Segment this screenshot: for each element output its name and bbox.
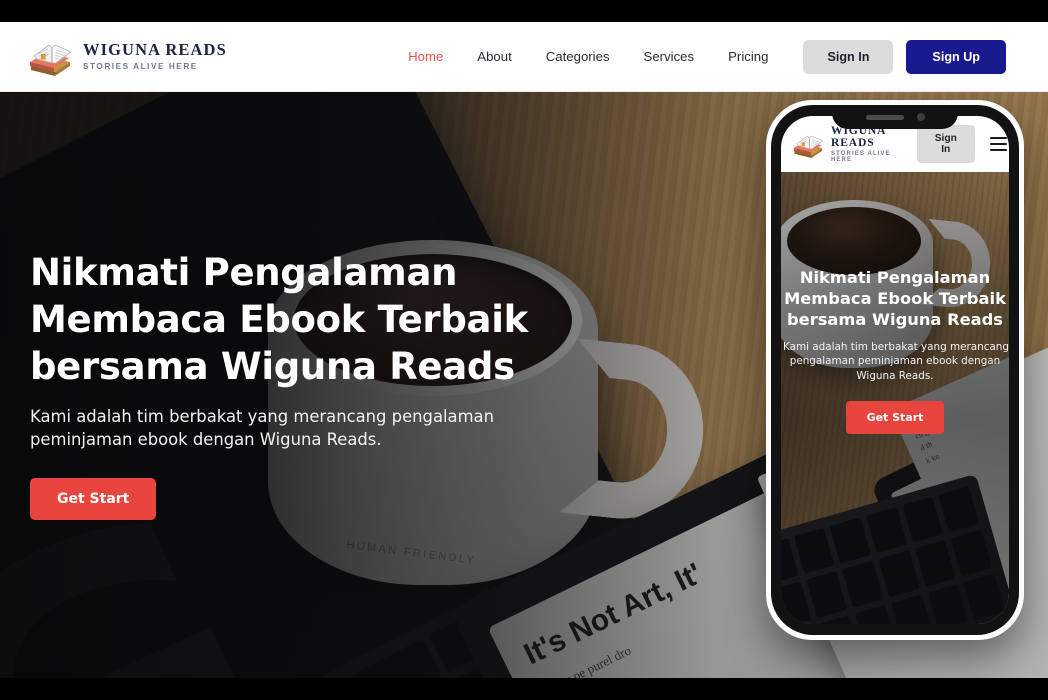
phone-open-book-on-stack-icon bbox=[793, 135, 824, 158]
nav-item-services[interactable]: Services bbox=[627, 43, 712, 70]
hero-title-line-1: Nikmati Pengalaman bbox=[30, 251, 458, 294]
phone-hero-copy: Nikmati Pengalaman Membaca Ebook Terbaik… bbox=[781, 268, 1009, 434]
browser-viewport: WIGUNA READS STORIES ALIVE HERE Home Abo… bbox=[0, 22, 1048, 678]
screenshot-root: WIGUNA READS STORIES ALIVE HERE Home Abo… bbox=[0, 0, 1048, 700]
main-navigation: Home About Categories Services Pricing S… bbox=[391, 39, 1006, 74]
nav-item-pricing[interactable]: Pricing bbox=[711, 43, 785, 70]
hero-title-line-2: Membaca Ebook Terbaik bbox=[30, 297, 528, 341]
sign-up-button[interactable]: Sign Up bbox=[906, 39, 1006, 74]
brand-logo-link[interactable]: WIGUNA READS STORIES ALIVE HERE bbox=[26, 37, 227, 77]
phone-get-start-button[interactable]: Get Start bbox=[845, 400, 945, 434]
phone-sign-in-button[interactable]: Sign In bbox=[916, 125, 975, 163]
nav-item-categories[interactable]: Categories bbox=[529, 43, 627, 70]
hero-title: Nikmati Pengalaman Membaca Ebook Terbaik… bbox=[30, 250, 575, 391]
hero-subtitle-line-2: peminjaman ebook dengan Wiguna Reads. bbox=[30, 429, 382, 449]
hero-section: G HUMAN FRIENDLY It's Not bbox=[0, 92, 1048, 678]
phone-mockup: WIGUNA READS STORIES ALIVE HERE Sign In bbox=[766, 100, 1024, 640]
phone-hero-section: It's Not N pech gad thk kn bbox=[781, 172, 1009, 624]
hero-title-line-3: bersama Wiguna Reads bbox=[30, 344, 515, 388]
hero-subtitle-line-1: Kami adalah tim berbakat yang merancang … bbox=[30, 406, 494, 426]
phone-screen: WIGUNA READS STORIES ALIVE HERE Sign In bbox=[781, 116, 1009, 624]
phone-hero-title: Nikmati Pengalaman Membaca Ebook Terbaik… bbox=[783, 268, 1007, 331]
phone-notch bbox=[832, 105, 958, 129]
phone-title-line-1: Nikmati Pengalaman bbox=[799, 268, 991, 287]
open-book-on-stack-icon bbox=[30, 43, 72, 76]
phone-title-line-2: Membaca Ebook Terbaik bbox=[784, 288, 1006, 308]
brand-name: WIGUNA READS bbox=[83, 40, 227, 60]
sign-in-button[interactable]: Sign In bbox=[803, 39, 894, 74]
phone-bezel: WIGUNA READS STORIES ALIVE HERE Sign In bbox=[771, 105, 1019, 635]
phone-brand-text: WIGUNA READS STORIES ALIVE HERE bbox=[831, 125, 911, 163]
phone-title-line-3: bersama Wiguna Reads bbox=[787, 309, 1003, 329]
site-header: WIGUNA READS STORIES ALIVE HERE Home Abo… bbox=[0, 22, 1048, 92]
hero-copy: Nikmati Pengalaman Membaca Ebook Terbaik… bbox=[30, 250, 575, 521]
phone-speaker-icon bbox=[865, 114, 904, 120]
nav-item-about[interactable]: About bbox=[460, 43, 528, 70]
hamburger-menu-icon[interactable] bbox=[990, 137, 1007, 151]
brand-text: WIGUNA READS STORIES ALIVE HERE bbox=[83, 42, 227, 71]
phone-subtitle-line-1: Kami adalah tim berbakat yang merancang bbox=[783, 340, 1009, 353]
nav-item-home[interactable]: Home bbox=[391, 43, 460, 70]
get-start-button[interactable]: Get Start bbox=[30, 478, 157, 521]
phone-camera-icon bbox=[916, 113, 925, 121]
phone-subtitle-line-3: Wiguna Reads. bbox=[856, 370, 934, 383]
brand-tagline: STORIES ALIVE HERE bbox=[83, 61, 198, 71]
phone-hero-subtitle: Kami adalah tim berbakat yang merancang … bbox=[783, 340, 1009, 384]
phone-brand-tagline: STORIES ALIVE HERE bbox=[831, 150, 891, 163]
phone-subtitle-line-2: pengalaman peminjaman ebook dengan bbox=[789, 355, 1001, 368]
hero-subtitle: Kami adalah tim berbakat yang merancang … bbox=[30, 406, 575, 451]
